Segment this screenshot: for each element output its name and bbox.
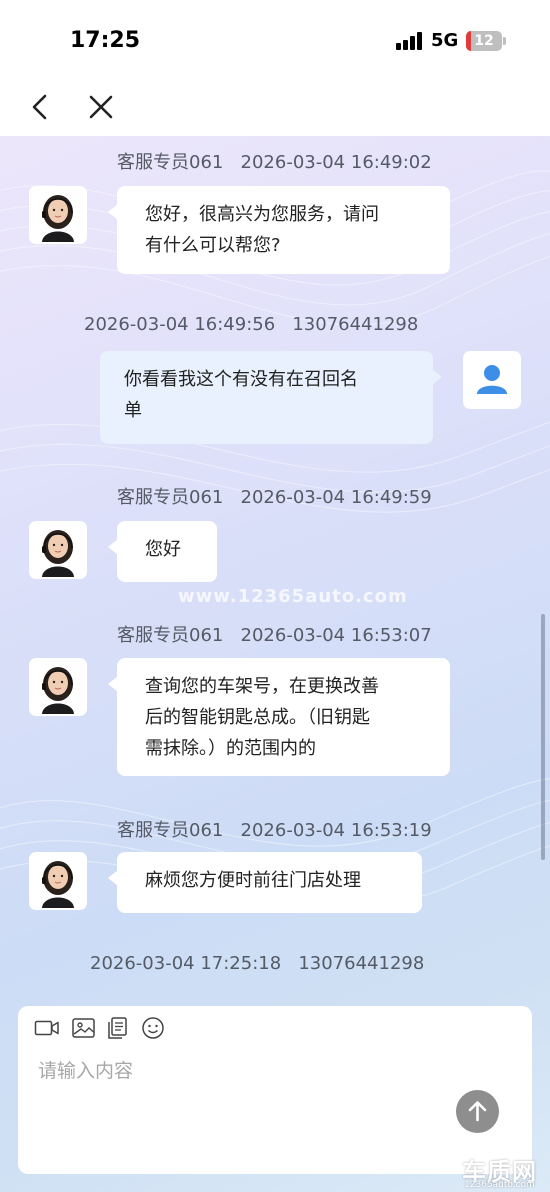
- agent-avatar[interactable]: [29, 852, 87, 910]
- agent-message-bubble: 麻烦您方便时前往门店处理: [108, 852, 422, 913]
- image-icon: [72, 1018, 95, 1038]
- message-line: 后的智能钥匙总成。（旧钥匙: [145, 707, 370, 728]
- network-type: 5G: [431, 30, 459, 51]
- agent-message-bubble: 查询您的车架号，在更换改善 后的智能钥匙总成。（旧钥匙 需抹除。）的范围内的: [108, 658, 450, 776]
- agent-avatar[interactable]: [29, 658, 87, 716]
- nav-bar: [0, 78, 550, 136]
- agent-message-bubble: 您好，很高兴为您服务，请问 有什么可以帮您?: [108, 186, 450, 274]
- message-composer: [18, 1006, 532, 1174]
- message-time: 2026-03-04 16:49:56: [84, 314, 276, 335]
- sender-name: 客服专员061: [117, 625, 224, 646]
- agent-avatar-icon: [42, 195, 74, 242]
- sender-name: 客服专员061: [117, 820, 224, 841]
- emoji-icon: [142, 1017, 164, 1039]
- agent-avatar-icon: [42, 667, 74, 714]
- file-button[interactable]: [106, 1016, 132, 1040]
- logo-subtext: 12365auto.com: [464, 1180, 535, 1190]
- arrow-up-icon: [468, 1101, 487, 1122]
- message-meta: 客服专员061 2026-03-04 16:49:59: [117, 483, 432, 509]
- agent-avatar-icon: [42, 861, 74, 908]
- image-button[interactable]: [71, 1016, 97, 1040]
- user-avatar-icon: [477, 365, 507, 394]
- message-line: 需抹除。）的范围内的: [145, 738, 316, 759]
- video-icon: [34, 1020, 59, 1036]
- watermark: www.12365auto.com: [178, 586, 408, 607]
- battery-level: 12: [474, 33, 494, 49]
- close-button[interactable]: [84, 90, 118, 124]
- agent-avatar[interactable]: [29, 186, 87, 244]
- user-phone: 13076441298: [298, 953, 425, 974]
- message-line: 麻烦您方便时前往门店处理: [145, 870, 361, 891]
- chevron-left-icon: [32, 94, 47, 120]
- message-time: 2026-03-04 17:25:18: [90, 953, 282, 974]
- battery-icon: 12: [466, 31, 502, 51]
- message-meta: 2026-03-04 17:25:18 13076441298: [90, 953, 424, 974]
- user-message-bubble: 你看看我这个有没有在召回名 单: [100, 351, 442, 444]
- back-button[interactable]: [23, 90, 57, 124]
- message-time: 2026-03-04 16:49:59: [240, 487, 432, 508]
- message-line: 您好，很高兴为您服务，请问: [145, 204, 379, 225]
- battery-tip: [503, 37, 506, 45]
- message-meta: 客服专员061 2026-03-04 16:53:07: [117, 621, 432, 647]
- message-meta: 客服专员061 2026-03-04 16:53:19: [117, 816, 432, 842]
- emoji-button[interactable]: [140, 1016, 166, 1040]
- signal-icon: [396, 32, 424, 50]
- agent-avatar[interactable]: [29, 521, 87, 579]
- sender-name: 客服专员061: [117, 152, 224, 173]
- send-button[interactable]: [456, 1090, 499, 1133]
- video-button[interactable]: [34, 1016, 60, 1040]
- message-line: 你看看我这个有没有在召回名: [124, 369, 358, 390]
- message-line: 有什么可以帮您?: [145, 235, 281, 256]
- close-icon: [89, 95, 113, 119]
- scrollbar[interactable]: [541, 614, 545, 860]
- agent-avatar-icon: [42, 530, 74, 577]
- message-line: 您好: [145, 539, 181, 560]
- agent-message-bubble: 您好: [108, 521, 217, 582]
- message-line: 查询您的车架号，在更换改善: [145, 676, 379, 697]
- user-avatar[interactable]: [463, 351, 521, 409]
- status-time: 17:25: [70, 28, 141, 53]
- user-phone: 13076441298: [292, 314, 419, 335]
- site-logo: 车质网 12365auto.com: [462, 1152, 548, 1192]
- file-icon: [108, 1017, 127, 1039]
- message-line: 单: [124, 400, 142, 421]
- sender-name: 客服专员061: [117, 487, 224, 508]
- message-time: 2026-03-04 16:49:02: [240, 152, 432, 173]
- message-input[interactable]: [38, 1056, 458, 1086]
- chat-area[interactable]: 客服专员061 2026-03-04 16:49:02 您好，很高兴为您服务，请…: [0, 136, 550, 1192]
- message-time: 2026-03-04 16:53:19: [240, 820, 432, 841]
- status-bar: 17:25 5G 12: [0, 0, 550, 78]
- message-meta: 2026-03-04 16:49:56 13076441298: [84, 314, 418, 335]
- message-meta: 客服专员061 2026-03-04 16:49:02: [117, 148, 432, 174]
- message-time: 2026-03-04 16:53:07: [240, 625, 432, 646]
